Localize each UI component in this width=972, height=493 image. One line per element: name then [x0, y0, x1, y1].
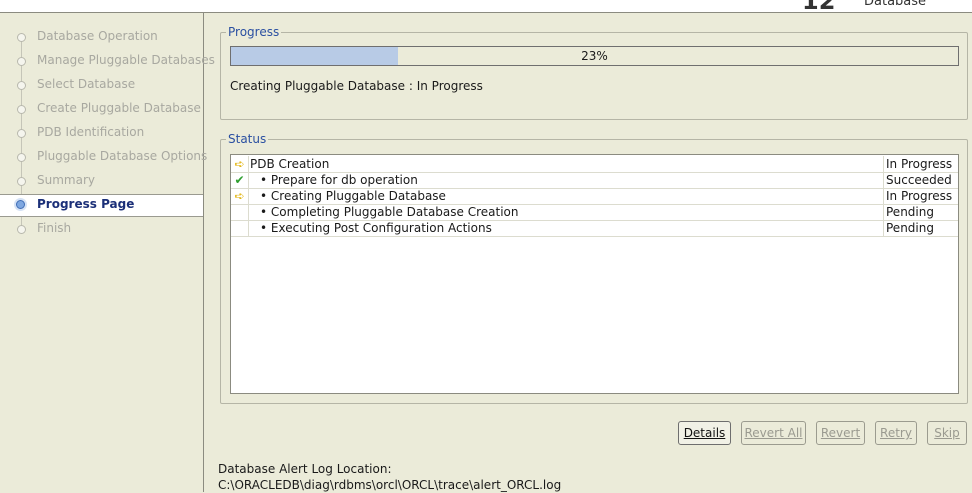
step-pluggable-database-options: Pluggable Database Options: [0, 147, 207, 169]
status-group: Status ➪ PDB Creation In Progress ✔ • Pr…: [220, 132, 968, 404]
alert-log-label: Database Alert Log Location:: [218, 462, 392, 476]
step-summary: Summary: [0, 171, 203, 193]
brand-product: Database: [864, 0, 927, 9]
status-legend: Status: [226, 132, 269, 146]
step-dot-icon: [17, 177, 26, 186]
steps-sidebar: Database Operation Manage Pluggable Data…: [0, 13, 215, 492]
alert-log-path[interactable]: C:\ORACLEDB\diag\rdbms\orcl\ORCL\trace\a…: [218, 477, 561, 493]
current-step-icon: [16, 200, 25, 209]
progress-status-text: Creating Pluggable Database : In Progres…: [230, 79, 483, 93]
step-select-database: Select Database: [0, 75, 203, 97]
step-dot-icon: [17, 129, 26, 138]
status-row-completing[interactable]: • Completing Pluggable Database Creation…: [231, 204, 958, 221]
step-database-operation: Database Operation: [0, 27, 203, 49]
in-progress-arrow-icon: ➪: [231, 188, 249, 204]
header-banner: 12 Database: [0, 0, 972, 13]
progress-bar: 23%: [230, 46, 959, 66]
progress-percent: 23%: [581, 49, 608, 63]
status-row-pdb-creation[interactable]: ➪ PDB Creation In Progress: [231, 156, 958, 173]
skip-button[interactable]: Skip: [927, 421, 967, 445]
step-pdb-identification: PDB Identification: [0, 123, 203, 145]
status-row-post-config[interactable]: • Executing Post Configuration Actions P…: [231, 220, 958, 237]
step-dot-icon: [17, 57, 26, 66]
in-progress-arrow-icon: ➪: [231, 156, 249, 172]
succeeded-check-icon: ✔: [231, 172, 249, 188]
status-row-creating-pdb[interactable]: ➪ • Creating Pluggable Database In Progr…: [231, 188, 958, 205]
revert-all-button[interactable]: Revert All: [741, 421, 806, 445]
step-finish: Finish: [0, 219, 203, 241]
details-button[interactable]: Details: [678, 421, 731, 445]
step-create-pluggable-database: Create Pluggable Database: [0, 99, 203, 121]
status-icon-cell: [231, 204, 249, 220]
step-dot-icon: [17, 153, 26, 162]
status-table: ➪ PDB Creation In Progress ✔ • Prepare f…: [230, 154, 959, 394]
brand-version: 12: [802, 0, 835, 12]
step-dot-icon: [17, 105, 26, 114]
step-manage-pluggable-databases: Manage Pluggable Databases: [0, 51, 215, 73]
status-row-prepare[interactable]: ✔ • Prepare for db operation Succeeded: [231, 172, 958, 189]
step-dot-icon: [17, 225, 26, 234]
alert-log-location: Database Alert Log Location: C:\ORACLEDB…: [218, 461, 561, 493]
progress-group: Progress 23% Creating Pluggable Database…: [220, 25, 968, 120]
status-icon-cell: [231, 220, 249, 236]
retry-button[interactable]: Retry: [875, 421, 917, 445]
step-dot-icon: [17, 33, 26, 42]
step-progress-page[interactable]: Progress Page: [0, 194, 203, 217]
progress-legend: Progress: [226, 25, 282, 39]
step-dot-icon: [17, 81, 26, 90]
revert-button[interactable]: Revert: [816, 421, 865, 445]
